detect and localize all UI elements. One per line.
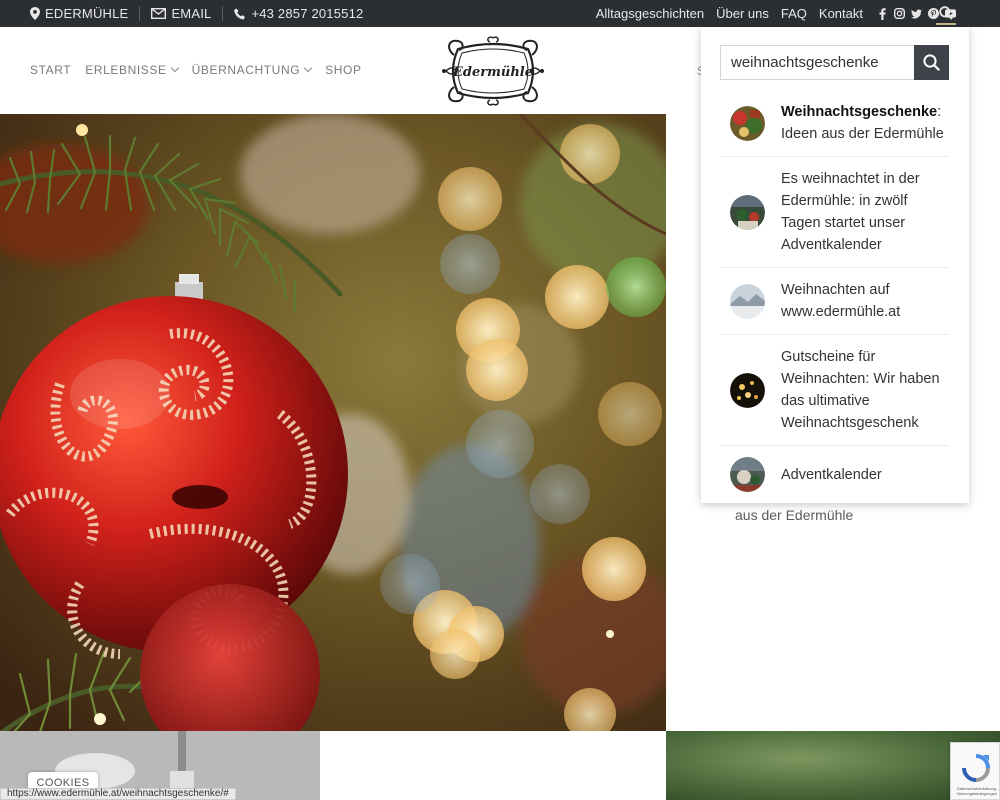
divider — [222, 6, 224, 21]
search-result-item[interactable]: Adventkalender — [720, 446, 949, 503]
header-search-toggle[interactable] — [936, 3, 956, 25]
main-nav: START ERLEBNISSE ÜBERNACHTUNG SHOP — [30, 63, 362, 77]
location-label: EDERMÜHLE — [45, 6, 129, 21]
recaptcha-text: Datenschutzerklärung - Nutzungsbedingung… — [957, 786, 999, 796]
link-alltagsgeschichten[interactable]: Alltagsgeschichten — [596, 6, 704, 21]
result-title: Adventkalender — [781, 466, 882, 483]
search-result-item[interactable]: Gutscheine für Weihnachten: Wir haben da… — [720, 335, 949, 446]
phone-icon — [234, 8, 246, 19]
nav-item-label: ERLEBNISSE — [85, 63, 167, 77]
link-kontakt[interactable]: Kontakt — [819, 6, 863, 21]
twitter-icon[interactable] — [911, 8, 922, 19]
search-result-item[interactable]: Weihnachten auf www.edermühle.at — [720, 268, 949, 335]
envelope-icon — [151, 8, 167, 19]
facebook-icon[interactable] — [877, 7, 888, 20]
link-faq[interactable]: FAQ — [781, 6, 807, 21]
search-form — [720, 45, 949, 80]
post-excerpt-text: aus der Edermühle — [735, 507, 854, 523]
nav-item-start[interactable]: START — [30, 63, 71, 77]
email-label: EMAIL — [171, 6, 212, 21]
search-submit-button[interactable] — [914, 45, 949, 80]
nav-item-label: SHOP — [325, 63, 362, 77]
location-link[interactable]: EDERMÜHLE — [30, 6, 128, 21]
result-thumbnail — [730, 194, 765, 230]
nav-item-label: ÜBERNACHTUNG — [191, 63, 301, 77]
divider — [139, 6, 141, 21]
result-thumbnail — [730, 283, 765, 319]
search-result-item[interactable]: Weihnachtsgeschenke: Ideen aus der Ederm… — [720, 90, 949, 157]
recaptcha-icon — [962, 754, 990, 782]
site-logo[interactable]: Edermühle — [440, 35, 546, 107]
search-input[interactable] — [720, 45, 914, 80]
phone-link[interactable]: +43 2857 2015512 — [234, 6, 363, 21]
search-icon — [939, 6, 953, 20]
search-result-item[interactable]: Es weihnachtet in der Edermühle: in zwöl… — [720, 157, 949, 268]
search-icon — [923, 54, 940, 71]
nav-item-shop[interactable]: SHOP — [325, 63, 361, 77]
location-pin-icon — [30, 7, 40, 20]
result-title: Es weihnachtet in der Edermühle: in zwöl… — [781, 171, 920, 253]
result-title-highlight: Weihnachtsgeschenke — [781, 104, 938, 120]
nav-item-erlebnisse[interactable]: ERLEBNISSE — [85, 63, 179, 77]
nav-item-uebernachtung[interactable]: ÜBERNACHTUNG — [191, 63, 313, 77]
result-thumbnail — [730, 457, 765, 492]
phone-label: +43 2857 2015512 — [251, 6, 364, 21]
hero-image — [0, 114, 666, 731]
result-thumbnail — [730, 372, 765, 408]
result-title: Weihnachten auf www.edermühle.at — [781, 282, 901, 320]
nav-item-label: START — [30, 63, 72, 77]
search-dropdown: Weihnachtsgeschenke: Ideen aus der Ederm… — [701, 27, 969, 503]
result-title: Gutscheine für Weihnachten: Wir haben da… — [781, 349, 940, 431]
email-link[interactable]: EMAIL — [151, 6, 211, 21]
link-ueber-uns[interactable]: Über uns — [716, 6, 769, 21]
chevron-down-icon — [303, 63, 313, 73]
search-results: Weihnachtsgeschenke: Ideen aus der Ederm… — [720, 90, 949, 503]
instagram-icon[interactable] — [894, 8, 905, 19]
recaptcha-badge[interactable]: Datenschutzerklärung - Nutzungsbedingung… — [950, 742, 1000, 800]
chevron-down-icon — [170, 63, 179, 73]
logo-text: Edermühle — [452, 65, 533, 80]
browser-status-url: https://www.edermühle.at/weihnachtsgesch… — [0, 788, 236, 800]
result-thumbnail — [730, 105, 765, 141]
top-bar: EDERMÜHLE EMAIL +43 2857 2015512 Alltags… — [0, 0, 1000, 27]
